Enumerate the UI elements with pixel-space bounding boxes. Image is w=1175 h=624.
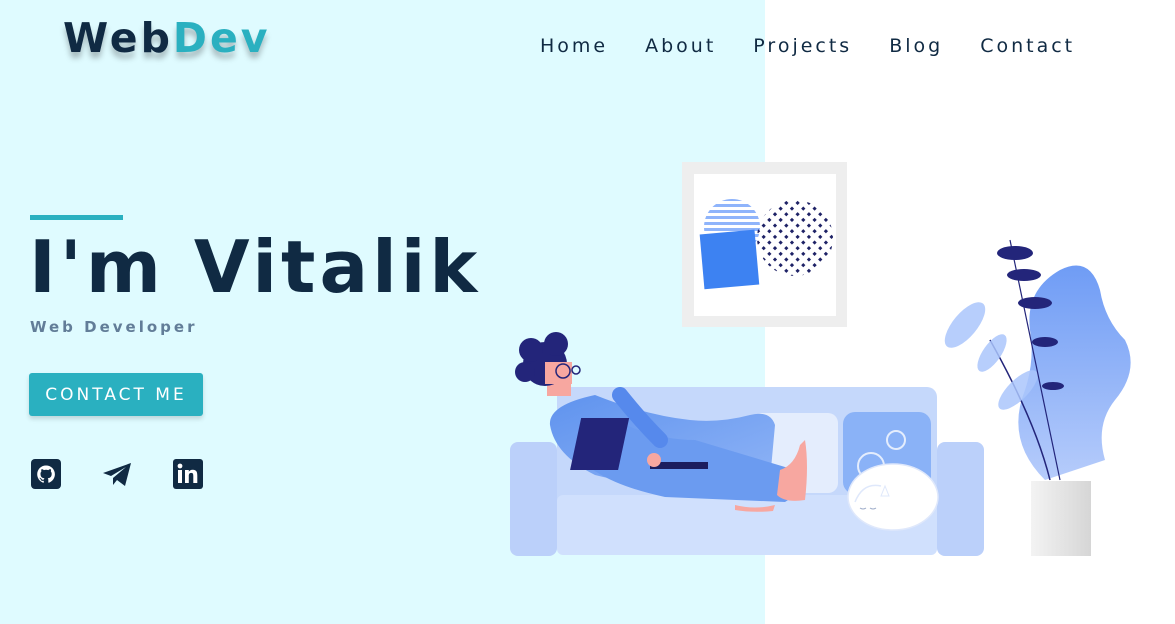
- hero-illustration: [510, 162, 1131, 556]
- sleeping-cat: [847, 463, 939, 531]
- wall-picture-frame: [682, 162, 847, 327]
